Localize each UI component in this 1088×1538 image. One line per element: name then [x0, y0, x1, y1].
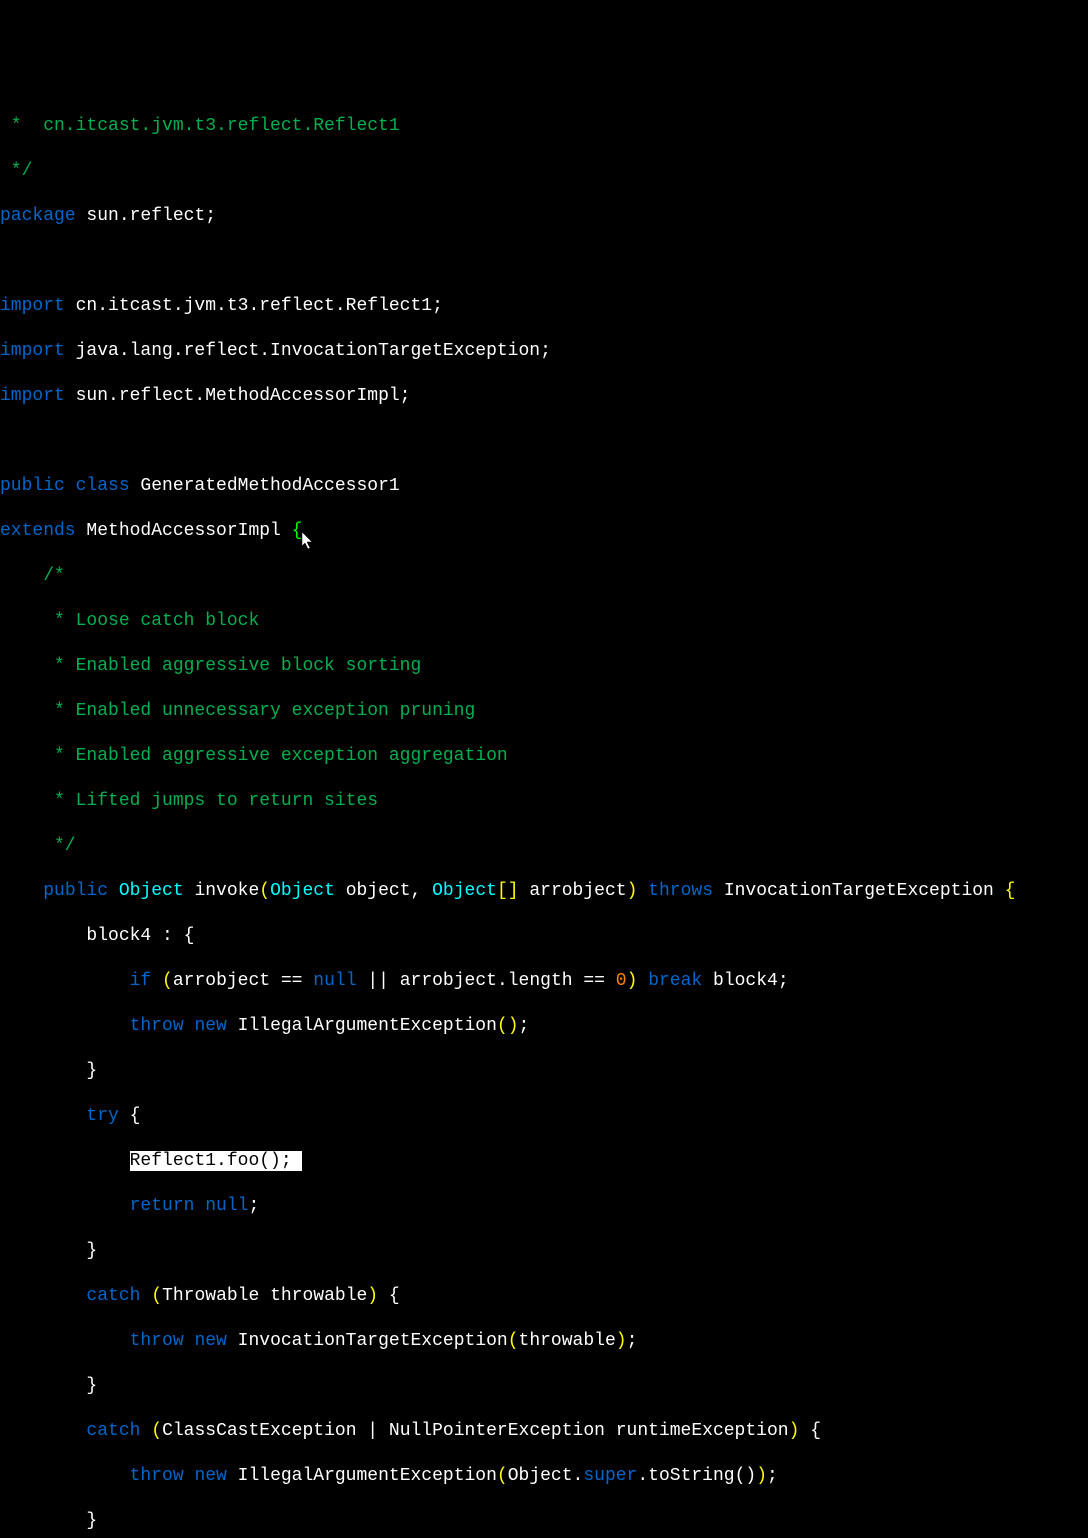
code-line: }	[0, 1375, 1088, 1398]
code-line: * cn.itcast.jvm.t3.reflect.Reflect1	[0, 115, 1088, 138]
code-line: package sun.reflect;	[0, 205, 1088, 228]
code-line: Reflect1.foo();	[0, 1150, 1088, 1173]
code-line	[0, 250, 1088, 273]
code-line: catch (Throwable throwable) {	[0, 1285, 1088, 1308]
code-line: /*	[0, 565, 1088, 588]
code-line: throw new IllegalArgumentException();	[0, 1015, 1088, 1038]
code-line: import cn.itcast.jvm.t3.reflect.Reflect1…	[0, 295, 1088, 318]
code-line: */	[0, 835, 1088, 858]
code-line: throw new InvocationTargetException(thro…	[0, 1330, 1088, 1353]
code-line: import java.lang.reflect.InvocationTarge…	[0, 340, 1088, 363]
code-line: throw new IllegalArgumentException(Objec…	[0, 1465, 1088, 1488]
code-line: try {	[0, 1105, 1088, 1128]
code-line: */	[0, 160, 1088, 183]
code-line: block4 : {	[0, 925, 1088, 948]
code-line: return null;	[0, 1195, 1088, 1218]
code-line: * Enabled aggressive block sorting	[0, 655, 1088, 678]
code-line: catch (ClassCastException | NullPointerE…	[0, 1420, 1088, 1443]
code-line: public Object invoke(Object object, Obje…	[0, 880, 1088, 903]
code-line: if (arrobject == null || arrobject.lengt…	[0, 970, 1088, 993]
code-line: }	[0, 1060, 1088, 1083]
code-line	[0, 430, 1088, 453]
code-line: }	[0, 1510, 1088, 1533]
code-line: public class GeneratedMethodAccessor1	[0, 475, 1088, 498]
code-line: * Enabled unnecessary exception pruning	[0, 700, 1088, 723]
code-line: * Enabled aggressive exception aggregati…	[0, 745, 1088, 768]
code-line: * Lifted jumps to return sites	[0, 790, 1088, 813]
selected-text: Reflect1.foo();	[130, 1151, 303, 1171]
code-line: extends MethodAccessorImpl {	[0, 520, 1088, 543]
code-line: * Loose catch block	[0, 610, 1088, 633]
code-line: }	[0, 1240, 1088, 1263]
code-editor[interactable]: * cn.itcast.jvm.t3.reflect.Reflect1 */ p…	[0, 90, 1088, 1538]
code-line: import sun.reflect.MethodAccessorImpl;	[0, 385, 1088, 408]
